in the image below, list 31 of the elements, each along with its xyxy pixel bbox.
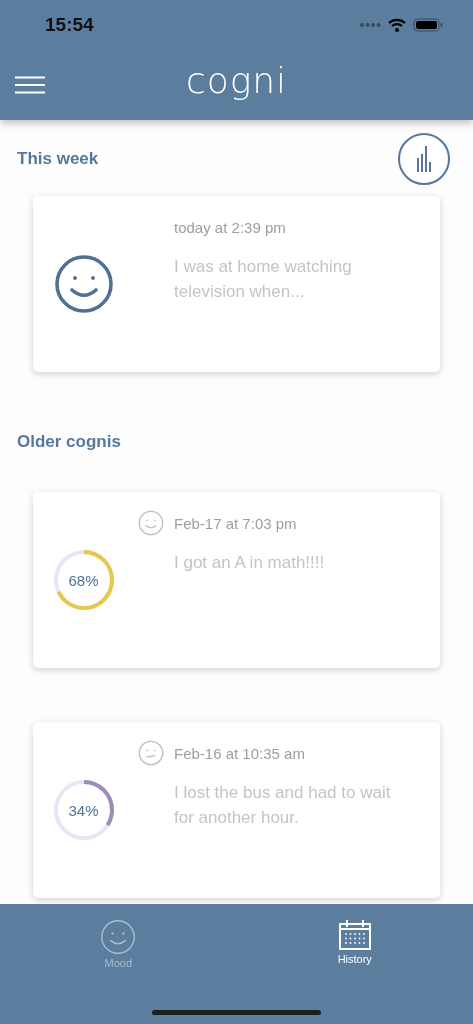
progress-ring [51, 778, 116, 842]
smiley-face-icon [100, 919, 137, 955]
smiley-face-icon [138, 510, 164, 536]
calendar-icon [337, 919, 372, 951]
statistics-button[interactable] [398, 133, 450, 185]
smiley-face-icon [53, 254, 114, 314]
entry-card[interactable]: today at 2:39 pm I was at home watching television when... [33, 196, 440, 372]
section-title: This week [17, 149, 99, 169]
section-title: Older cognis [17, 432, 121, 452]
tab-item[interactable]: Mood [0, 904, 237, 984]
app-logo: cogni [185, 60, 288, 101]
wifi-icon [388, 18, 406, 32]
entry-card[interactable]: 68% Feb-17 at 7:03 pm I got an A in math!!!! [33, 492, 440, 668]
signal-icon [359, 22, 381, 28]
battery-icon [413, 18, 443, 32]
percent-label: 68% [67, 571, 100, 589]
entry-date: Feb-17 at 7:03 pm [174, 514, 297, 532]
bar-chart-icon [416, 146, 432, 172]
menu-button[interactable] [15, 76, 45, 94]
status-time: 15:54 [45, 14, 94, 36]
tab-item[interactable]: History [236, 904, 473, 984]
progress-ring [51, 548, 116, 612]
entry-date: today at 2:39 pm [174, 218, 286, 236]
entry-card[interactable]: 34% Feb-16 at 10:35 am I lost the bus and had to wait for another hour. [33, 722, 440, 898]
percent-label: 34% [67, 801, 100, 819]
entry-text: I lost the bus and had to wait for another hour. [174, 782, 392, 829]
entry-text: I got an A in math!!!! [174, 552, 326, 574]
neutral-face-icon [138, 740, 164, 766]
entry-text: I was at home watching television when... [174, 256, 353, 303]
menu-icon [15, 76, 45, 94]
entry-date: Feb-16 at 10:35 am [174, 744, 305, 762]
